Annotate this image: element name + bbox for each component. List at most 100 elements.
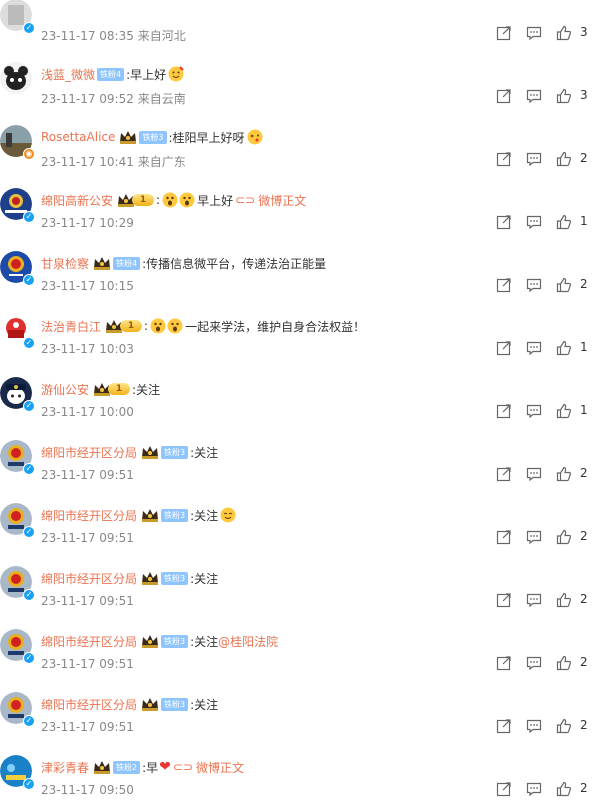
- username-link[interactable]: 绵阳市经开区分局: [41, 570, 137, 587]
- like-icon[interactable]: [556, 655, 572, 671]
- username-link[interactable]: RosettaAlice: [41, 130, 115, 144]
- comment-item: ✓ 绵阳市经开区分局 铁粉3:关注 23-11-17 09:51 2: [0, 492, 606, 555]
- share-icon[interactable]: [496, 340, 512, 356]
- comment-time: 23-11-17 09:52: [41, 92, 134, 106]
- username-link[interactable]: 绵阳市经开区分局: [41, 507, 137, 524]
- like-count: 2: [580, 781, 588, 795]
- avatar[interactable]: ✓: [0, 251, 35, 286]
- reply-icon[interactable]: [526, 403, 542, 419]
- comment-item: ✓ 绵阳市经开区分局 铁粉3:关注 @桂阳法院 23-11-17 09:51 2: [0, 618, 606, 681]
- avatar[interactable]: [0, 62, 32, 94]
- like-icon[interactable]: [556, 277, 572, 293]
- avatar[interactable]: ✓: [0, 755, 35, 790]
- share-icon[interactable]: [496, 403, 512, 419]
- avatar[interactable]: ✓: [0, 566, 35, 601]
- avatar[interactable]: ✓: [0, 0, 35, 34]
- avatar[interactable]: ✓: [0, 377, 35, 412]
- like-icon[interactable]: [556, 340, 572, 356]
- comment-body: 绵阳高新公安 1: 早上好 ⊂⊃ 微博正文: [41, 190, 306, 210]
- like-icon[interactable]: [556, 25, 572, 41]
- comment-actions: 2: [496, 464, 606, 484]
- level-badge: 1: [120, 320, 143, 332]
- reply-icon[interactable]: [526, 25, 542, 41]
- avatar[interactable]: ✓: [0, 503, 35, 538]
- comment-actions: 2: [496, 653, 606, 673]
- username-link[interactable]: 绵阳高新公安: [41, 192, 113, 209]
- reply-icon[interactable]: [526, 88, 542, 104]
- comment-item: ✓ 绵阳市经开区分局 铁粉3:关注 23-11-17 09:51 2: [0, 429, 606, 492]
- username-link[interactable]: 游仙公安: [41, 381, 89, 398]
- share-icon[interactable]: [496, 655, 512, 671]
- avatar[interactable]: ✓: [0, 692, 35, 727]
- reply-icon[interactable]: [526, 466, 542, 482]
- like-count: 1: [580, 214, 588, 228]
- comment-meta: 23-11-17 08:35 来自河北: [41, 27, 186, 44]
- share-icon[interactable]: [496, 277, 512, 293]
- like-icon[interactable]: [556, 88, 572, 104]
- username-link[interactable]: 法治青白江: [41, 318, 101, 335]
- share-icon[interactable]: [496, 151, 512, 167]
- comment-item: ✓ 游仙公安 1:关注 23-11-17 10:00 1: [0, 366, 606, 429]
- comment-item: 浅蓝_微微 铁粉4:早上好 23-11-17 09:52 来自云南 3: [0, 51, 606, 114]
- share-icon[interactable]: [496, 214, 512, 230]
- avatar[interactable]: ✓: [0, 629, 35, 664]
- comment-time: 23-11-17 10:00: [41, 405, 134, 419]
- share-icon[interactable]: [496, 529, 512, 545]
- reply-icon[interactable]: [526, 151, 542, 167]
- comment-text-2: 早上好: [197, 193, 234, 208]
- weibo-post-link[interactable]: 微博正文: [258, 192, 306, 209]
- verified-badge-icon: ✓: [23, 337, 35, 349]
- username-link[interactable]: 绵阳市经开区分局: [41, 633, 137, 650]
- comment-text: :早: [142, 760, 159, 775]
- mention-link[interactable]: @桂阳法院: [218, 633, 278, 650]
- verified-badge-icon: ✓: [23, 652, 35, 664]
- like-icon[interactable]: [556, 781, 572, 797]
- comment-text: :早上好: [126, 67, 167, 82]
- reply-icon[interactable]: [526, 277, 542, 293]
- comment-actions: 2: [496, 275, 606, 295]
- username-link[interactable]: 绵阳市经开区分局: [41, 696, 137, 713]
- username-link[interactable]: 浅蓝_微微: [41, 66, 95, 83]
- comment-text: :关注: [190, 634, 219, 649]
- comment-meta: 23-11-17 09:51: [41, 468, 134, 482]
- comment-location: 来自河北: [137, 29, 186, 43]
- share-icon[interactable]: [496, 466, 512, 482]
- share-icon[interactable]: [496, 781, 512, 797]
- avatar[interactable]: ◉: [0, 125, 35, 160]
- share-icon[interactable]: [496, 592, 512, 608]
- reply-icon[interactable]: [526, 592, 542, 608]
- link-chain-icon: ⊂⊃: [172, 760, 193, 774]
- like-icon[interactable]: [556, 529, 572, 545]
- share-icon[interactable]: [496, 25, 512, 41]
- verified-badge-icon: ✓: [23, 22, 35, 34]
- avatar[interactable]: ✓: [0, 188, 35, 223]
- verified-badge-icon: ✓: [23, 463, 35, 475]
- share-icon[interactable]: [496, 718, 512, 734]
- like-icon[interactable]: [556, 718, 572, 734]
- weibo-post-link[interactable]: 微博正文: [196, 759, 244, 776]
- avatar[interactable]: ✓: [0, 314, 35, 349]
- reply-icon[interactable]: [526, 340, 542, 356]
- like-icon[interactable]: [556, 466, 572, 482]
- comment-body: 甘泉检察 铁粉4:传播信息微平台，传递法治正能量: [41, 253, 326, 273]
- fan-level-badge: 铁粉3: [161, 634, 189, 648]
- comment-location: 来自云南: [137, 92, 186, 106]
- share-icon[interactable]: [496, 88, 512, 104]
- comment-actions: 2: [496, 590, 606, 610]
- like-icon[interactable]: [556, 214, 572, 230]
- username-link[interactable]: 甘泉检察: [41, 255, 89, 272]
- comment-location: 来自广东: [137, 155, 186, 169]
- reply-icon[interactable]: [526, 214, 542, 230]
- like-icon[interactable]: [556, 151, 572, 167]
- username-link[interactable]: 绵阳市经开区分局: [41, 444, 137, 461]
- comment-text-2: 一起来学法，维护自身合法权益！: [185, 319, 366, 334]
- like-icon[interactable]: [556, 592, 572, 608]
- reply-icon[interactable]: [526, 529, 542, 545]
- like-icon[interactable]: [556, 403, 572, 419]
- reply-icon[interactable]: [526, 655, 542, 671]
- reply-icon[interactable]: [526, 718, 542, 734]
- reply-icon[interactable]: [526, 781, 542, 797]
- fan-level-badge: 铁粉3: [161, 571, 189, 585]
- username-link[interactable]: 津彩青春: [41, 759, 89, 776]
- avatar[interactable]: ✓: [0, 440, 35, 475]
